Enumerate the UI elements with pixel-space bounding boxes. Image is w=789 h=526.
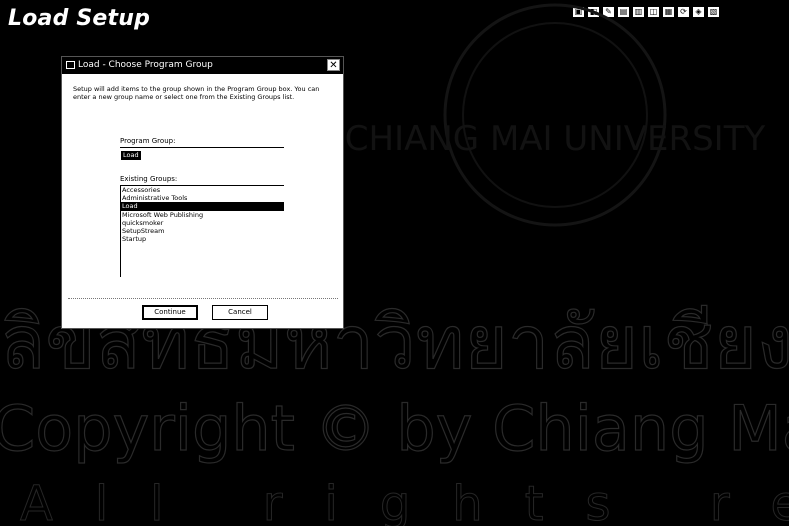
tray-icon[interactable]: ▥ [632,6,645,18]
dialog-description: Setup will add items to the group shown … [73,85,320,101]
program-group-value: Load [121,151,141,160]
watermark-line-3: All rights reserved [20,476,789,526]
tray-icon[interactable]: ◧ [587,6,600,18]
existing-groups-label: Existing Groups: [120,175,178,183]
divider [68,298,338,299]
tray-icon[interactable]: ▤ [617,6,630,18]
list-item[interactable]: Accessories [121,186,284,194]
list-item-selected[interactable]: Load [121,202,284,211]
list-item[interactable]: quicksmoker [121,219,284,227]
watermark-seal [443,3,667,227]
watermark-line-2: Copyright © by Chiang Mai University [0,392,789,465]
tray-icon[interactable]: ◈ [692,6,705,18]
continue-button[interactable]: Continue [142,305,198,320]
list-item[interactable]: Startup [121,235,284,243]
tray-icon[interactable]: ◫ [647,6,660,18]
watermark-seal-text: CHIANG MAI UNIVERSITY [345,119,766,159]
program-group-input[interactable]: Load [120,147,284,161]
tray-icon[interactable]: ▣ [572,6,585,18]
choose-program-group-dialog: Load - Choose Program Group ✕ Setup will… [61,56,344,329]
tray-icon[interactable]: ✎ [602,6,615,18]
list-item[interactable]: Microsoft Web Publishing [121,211,284,219]
list-item[interactable]: SetupStream [121,227,284,235]
page-title: Load Setup [8,6,151,31]
tray-icon[interactable]: ⟳ [677,6,690,18]
setup-icon [66,61,75,69]
system-tray: ▣ ◧ ✎ ▤ ▥ ◫ ▦ ⟳ ◈ ▧ [572,6,720,18]
dialog-title: Load - Choose Program Group [78,60,213,70]
tray-icon[interactable]: ▧ [707,6,720,18]
list-item[interactable]: Administrative Tools [121,194,284,202]
cancel-button[interactable]: Cancel [212,305,268,320]
close-icon[interactable]: ✕ [327,59,340,71]
existing-groups-list[interactable]: Accessories Administrative Tools Load Mi… [120,185,284,277]
dialog-titlebar[interactable]: Load - Choose Program Group ✕ [62,57,343,74]
tray-icon[interactable]: ▦ [662,6,675,18]
program-group-label: Program Group: [120,137,176,145]
